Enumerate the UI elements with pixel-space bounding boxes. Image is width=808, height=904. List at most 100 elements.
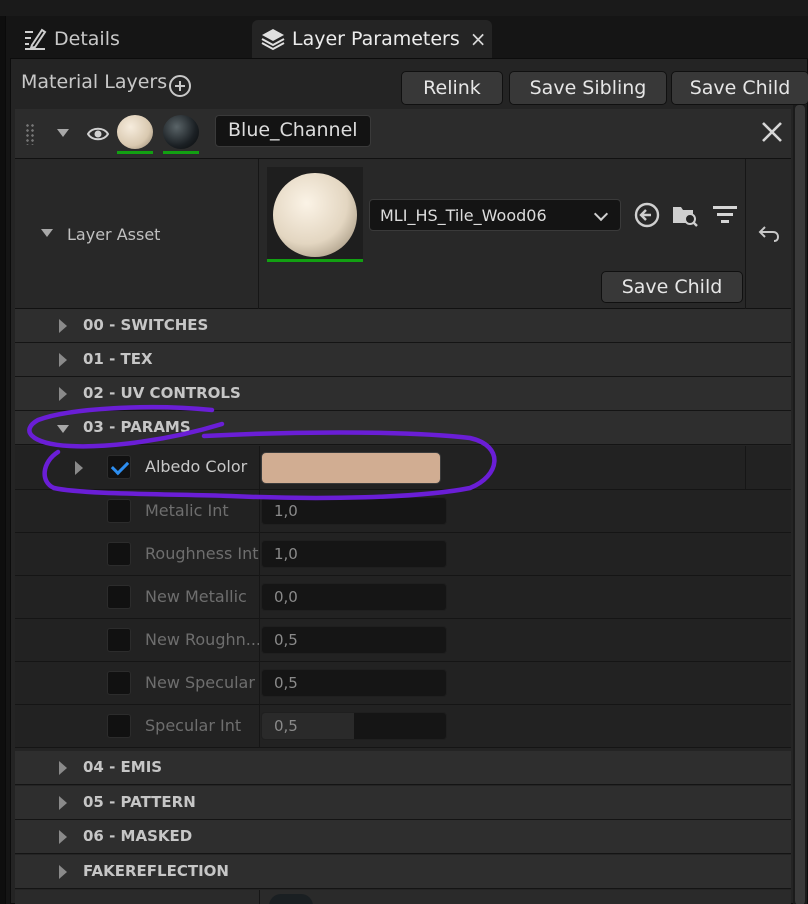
blend-thumbnail-indicator bbox=[163, 151, 199, 154]
param-row-new-metallic: New Metallic 0,0 bbox=[15, 576, 791, 619]
close-tab-icon[interactable]: × bbox=[470, 27, 487, 51]
layer-asset-label: Layer Asset bbox=[67, 225, 161, 244]
column-divider bbox=[259, 890, 260, 904]
category-03-params[interactable]: 03 - PARAMS bbox=[15, 411, 791, 445]
param-value-field[interactable]: 0,0 bbox=[261, 583, 447, 611]
param-value-field[interactable]: 1,0 bbox=[261, 540, 447, 568]
layer-parameters-panel: Material Layers Relink Save Sibling Save… bbox=[10, 58, 808, 904]
category-02-uv-controls[interactable]: 02 - UV CONTROLS bbox=[15, 377, 791, 411]
param-value: 0,5 bbox=[274, 674, 298, 692]
category-label: 00 - SWITCHES bbox=[83, 316, 209, 334]
column-divider bbox=[259, 662, 260, 705]
param-value: 0,5 bbox=[274, 717, 298, 735]
add-layer-icon[interactable] bbox=[169, 75, 191, 97]
param-value: 0,0 bbox=[274, 588, 298, 606]
asset-thumbnail-indicator bbox=[267, 259, 363, 262]
blend-thumbnail[interactable] bbox=[163, 115, 199, 149]
layer-asset-row: Layer Asset MLI_HS_Tile_Wood06 Save Chil… bbox=[15, 159, 791, 309]
category-01-tex[interactable]: 01 - TEX bbox=[15, 343, 791, 377]
column-divider bbox=[259, 705, 260, 748]
param-override-checkbox[interactable] bbox=[107, 714, 131, 738]
asset-sphere-preview bbox=[273, 173, 357, 257]
vertical-scrollbar[interactable] bbox=[793, 105, 807, 904]
tab-layer-parameters[interactable]: Layer Parameters × bbox=[252, 20, 492, 58]
param-row-metalic-int: Metalic Int 1,0 bbox=[15, 490, 791, 533]
chevron-down-icon bbox=[593, 206, 609, 222]
edit-icon bbox=[25, 28, 47, 50]
param-row-new-specular: New Specular 0,5 bbox=[15, 662, 791, 705]
expand-arrow-icon bbox=[59, 319, 67, 333]
layer-thumbnail-indicator bbox=[117, 151, 153, 154]
param-override-checkbox[interactable] bbox=[107, 671, 131, 695]
category-label: 03 - PARAMS bbox=[83, 418, 191, 436]
param-label: New Roughn... bbox=[145, 630, 262, 649]
remove-layer-icon[interactable] bbox=[759, 119, 785, 145]
param-row-specular-int: Specular Int 0,5 bbox=[15, 705, 791, 748]
layer-thumbnail[interactable] bbox=[117, 115, 153, 149]
tab-details[interactable]: Details bbox=[14, 20, 254, 58]
material-layers-title: Material Layers bbox=[21, 71, 168, 93]
save-child-button[interactable]: Save Child bbox=[671, 71, 808, 105]
expand-arrow-icon bbox=[59, 796, 67, 810]
asset-thumbnail[interactable] bbox=[267, 167, 363, 259]
expand-arrow-icon bbox=[59, 387, 67, 401]
column-divider bbox=[259, 490, 260, 533]
param-override-checkbox[interactable] bbox=[107, 542, 131, 566]
category-label: 04 - EMIS bbox=[83, 758, 163, 776]
category-04-emis[interactable]: 04 - EMIS bbox=[15, 751, 791, 785]
param-row-new-roughness: New Roughn... 0,5 bbox=[15, 619, 791, 662]
column-divider bbox=[259, 619, 260, 662]
left-edge bbox=[0, 16, 6, 904]
param-override-checkbox[interactable] bbox=[107, 585, 131, 609]
param-override-checkbox[interactable] bbox=[107, 455, 131, 479]
param-label: New Metallic bbox=[145, 587, 247, 606]
param-value: 1,0 bbox=[274, 502, 298, 520]
column-divider bbox=[259, 446, 260, 489]
drag-handle-icon[interactable] bbox=[25, 123, 35, 145]
category-00-switches[interactable]: 00 - SWITCHES bbox=[15, 309, 791, 343]
collapse-arrow-icon bbox=[57, 425, 69, 433]
asset-picker-combo[interactable]: MLI_HS_Tile_Wood06 bbox=[369, 199, 621, 231]
layers-icon bbox=[261, 29, 285, 51]
reset-cell bbox=[745, 159, 791, 309]
reset-to-default-icon[interactable] bbox=[756, 219, 784, 247]
param-value-field[interactable]: 1,0 bbox=[261, 497, 447, 525]
use-selected-asset-icon[interactable] bbox=[633, 201, 661, 229]
save-sibling-button[interactable]: Save Sibling bbox=[509, 71, 667, 105]
param-value-field[interactable]: 0,5 bbox=[261, 626, 447, 654]
browse-asset-icon[interactable] bbox=[671, 201, 699, 229]
layer-expand-icon[interactable] bbox=[57, 129, 69, 137]
param-label: Specular Int bbox=[145, 716, 242, 735]
category-05-pattern[interactable]: 05 - PATTERN bbox=[15, 786, 791, 820]
layer-asset-expand-icon[interactable] bbox=[41, 229, 53, 237]
tab-bar: Details Layer Parameters × bbox=[6, 16, 808, 58]
param-override-checkbox[interactable] bbox=[107, 499, 131, 523]
expand-arrow-icon bbox=[59, 865, 67, 879]
param-label: Albedo Color bbox=[145, 457, 248, 476]
category-06-masked[interactable]: 06 - MASKED bbox=[15, 820, 791, 854]
window-top-strip bbox=[0, 0, 808, 16]
filter-icon[interactable] bbox=[711, 201, 739, 229]
param-label: New Specular bbox=[145, 673, 255, 692]
column-divider bbox=[259, 533, 260, 576]
expand-arrow-icon bbox=[59, 830, 67, 844]
param-override-checkbox[interactable] bbox=[107, 628, 131, 652]
save-child-asset-button[interactable]: Save Child bbox=[601, 271, 743, 303]
next-layer-row bbox=[15, 890, 791, 904]
param-value-field[interactable]: 0,5 bbox=[261, 712, 447, 740]
category-label: 05 - PATTERN bbox=[83, 793, 196, 811]
param-row-albedo-color: Albedo Color bbox=[15, 446, 791, 490]
expand-arrow-icon[interactable] bbox=[75, 461, 83, 475]
material-layers-toolbar: Material Layers Relink Save Sibling Save… bbox=[11, 63, 808, 105]
category-label: FAKEREFLECTION bbox=[83, 862, 229, 880]
expand-arrow-icon bbox=[59, 353, 67, 367]
param-value-field[interactable]: 0,5 bbox=[261, 669, 447, 697]
layer-name-field[interactable]: Blue_Channel bbox=[215, 115, 371, 147]
category-fakereflection[interactable]: FAKEREFLECTION bbox=[15, 855, 791, 889]
scrollbar-thumb[interactable] bbox=[795, 105, 805, 904]
albedo-color-swatch[interactable] bbox=[261, 452, 441, 484]
relink-button[interactable]: Relink bbox=[401, 71, 503, 105]
next-layer-thumbnail[interactable] bbox=[269, 894, 313, 904]
visibility-eye-icon[interactable] bbox=[87, 123, 109, 145]
category-label: 06 - MASKED bbox=[83, 827, 193, 845]
